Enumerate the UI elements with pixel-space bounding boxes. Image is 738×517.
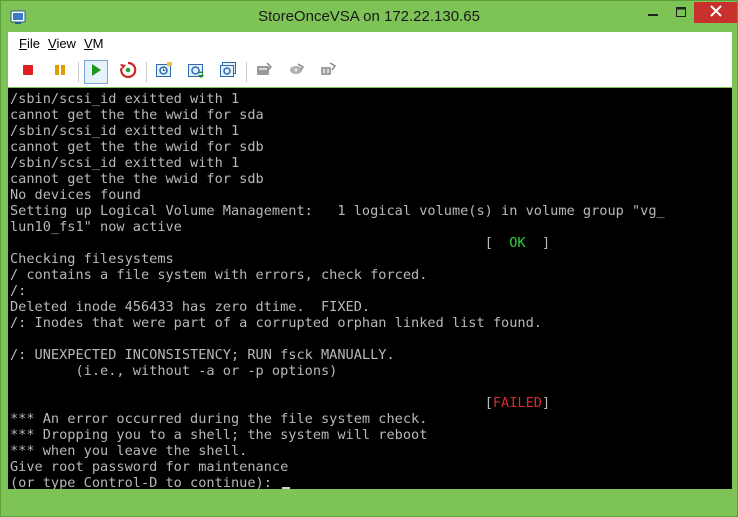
status-bracket-close: ] [525,235,551,251]
status-line-failed: [FAILED] [10,395,665,411]
console-line: Checking filesystems [10,251,174,267]
password-prompt: (or type Control-D to continue): [10,475,665,489]
power-off-button[interactable] [16,60,40,84]
console-line: *** An error occurred during the file sy… [10,411,428,427]
console-line: Give root password for maintenance [10,459,289,475]
menu-view[interactable]: View [48,36,76,51]
snapshot-icon [155,61,173,84]
snapshot-manager-button[interactable] [216,60,240,84]
console-line: Setting up Logical Volume Management: 1 … [10,203,665,219]
status-bracket-close: ] [541,395,551,411]
power-on-button[interactable] [84,60,108,84]
toolbar [8,56,732,87]
cd-dvd-button[interactable] [252,60,276,84]
stop-icon [21,63,35,82]
console-line: (i.e., without -a or -p options) [10,363,338,379]
reset-button[interactable] [116,60,140,84]
disk-icon [255,61,273,84]
revert-snapshot-button[interactable] [184,60,208,84]
console-line: / contains a file system with errors, ch… [10,267,428,283]
toolbar-separator [246,62,247,82]
maximize-icon [675,4,686,22]
revert-snapshot-icon [187,61,205,84]
status-indent [10,235,485,251]
console-line: *** when you leave the shell. [10,443,248,459]
console-line: /sbin/scsi_id exitted with 1 [10,155,240,171]
console-line: /: Inodes that were part of a corrupted … [10,315,542,331]
minimize-button[interactable] [639,2,667,23]
console-line: /sbin/scsi_id exitted with 1 [10,123,240,139]
console-line: lun10_fs1" now active [10,219,182,235]
suspend-button[interactable] [48,60,72,84]
floppy-icon [287,61,305,84]
floppy-button[interactable] [284,60,308,84]
maximize-button[interactable] [667,2,694,23]
status-failed-label: FAILED [492,395,542,411]
console-line: cannot get the the wwid for sdb [10,139,264,155]
console-line: /: [10,283,27,299]
play-icon [89,63,103,82]
menu-file[interactable]: File [19,36,40,51]
vm-console-screen[interactable]: /sbin/scsi_id exitted with 1 cannot get t… [8,88,732,489]
console-line: /: UNEXPECTED INCONSISTENCY; RUN fsck MA… [10,347,395,363]
status-bracket-open: [ [484,395,493,411]
network-button[interactable] [316,60,340,84]
status-ok-label: OK [509,235,526,251]
snapshot-button[interactable] [152,60,176,84]
reset-icon [119,61,137,84]
status-line-ok: [ OK ] [10,235,665,251]
toolbar-separator [78,62,79,82]
vm-console-window: StoreOnceVSA on 172.22.130.65 File View … [0,0,738,517]
pause-icon [53,63,67,82]
title-bar[interactable]: StoreOnceVSA on 172.22.130.65 [1,1,737,32]
menu-vm[interactable]: VM [84,36,104,51]
console-line: cannot get the the wwid for sdb [10,171,264,187]
close-button[interactable] [694,2,737,23]
console-line: cannot get the the wwid for sda [10,107,264,123]
minimize-icon [648,4,658,22]
snapshot-manager-icon [219,61,237,84]
close-icon [709,4,722,22]
status-indent [10,395,485,411]
status-bracket-open: [ [484,235,510,251]
console-line: *** Dropping you to a shell; the system … [10,427,428,443]
menu-bar: File View VM [8,32,732,57]
console-line: /sbin/scsi_id exitted with 1 [10,91,240,107]
window-bottom-frame [8,489,732,511]
window-title: StoreOnceVSA on 172.22.130.65 [258,8,480,25]
console-line: Deleted inode 456433 has zero dtime. FIX… [10,299,371,315]
toolbar-separator [146,62,147,82]
console-line: No devices found [10,187,141,203]
console-output: /sbin/scsi_id exitted with 1 cannot get t… [10,91,665,489]
network-adapter-icon [319,61,337,84]
